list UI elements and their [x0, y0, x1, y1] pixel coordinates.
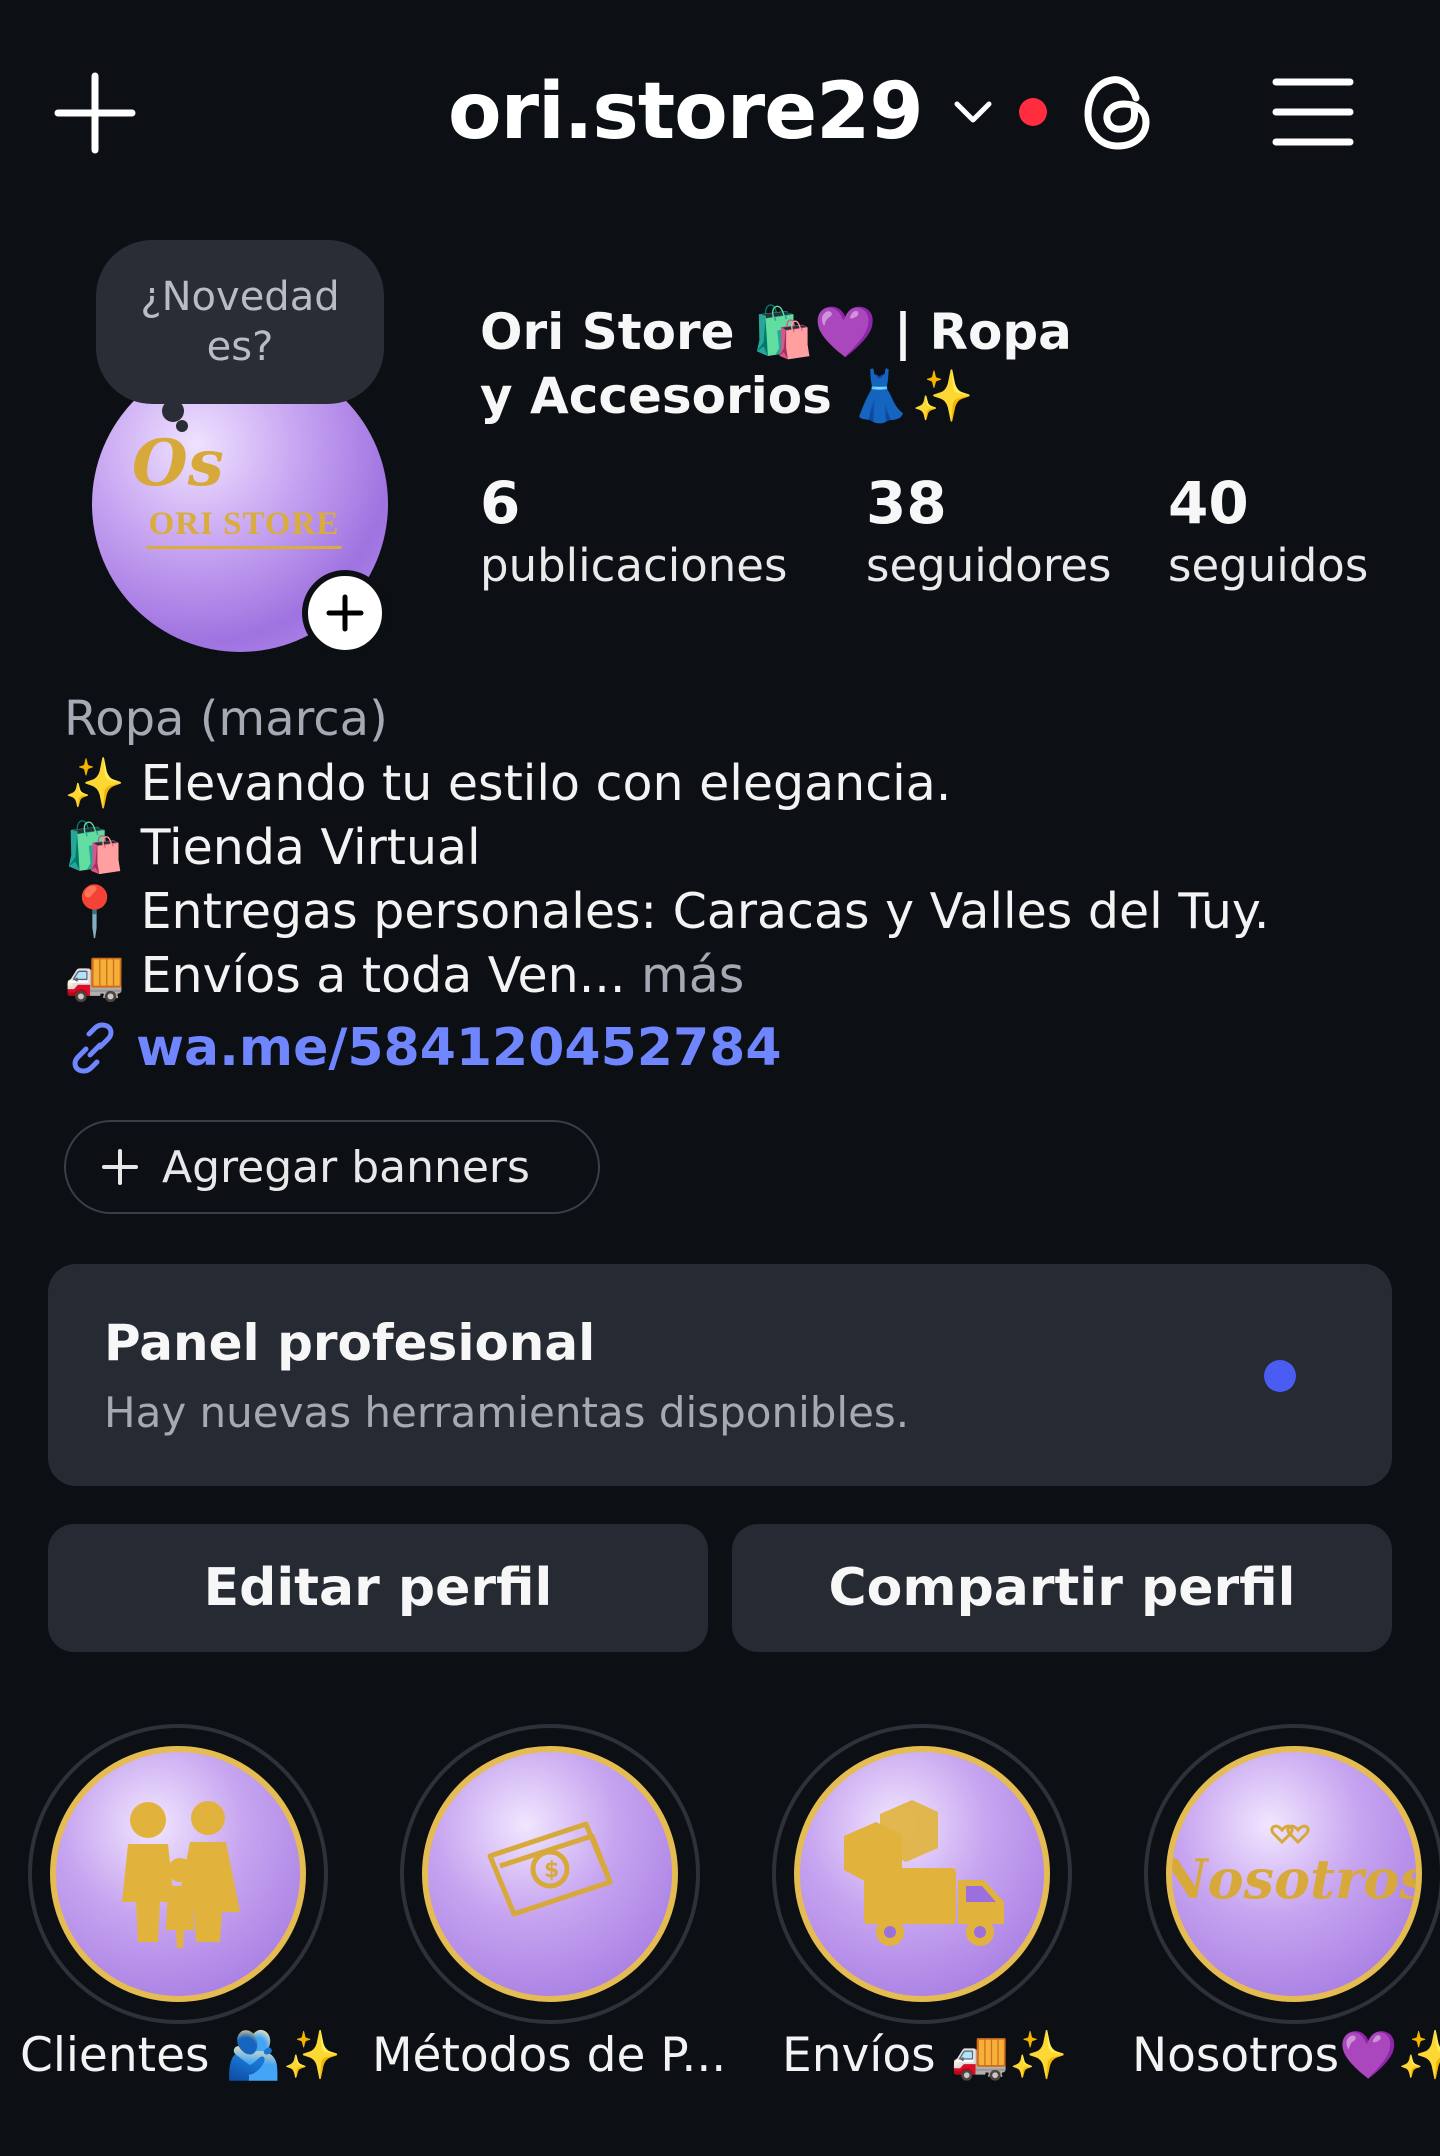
threads-icon[interactable] [1076, 70, 1162, 156]
bio-line: ✨ Elevando tu estilo con elegancia. [64, 755, 952, 812]
bio-line: 🛍️ Tienda Virtual [64, 819, 481, 876]
bio-line-truncated: 🚚 Envíos a toda Ven... más [64, 944, 1394, 1008]
new-indicator-dot [1264, 1360, 1296, 1392]
nosotros-cover-text: Nosotros [1172, 1847, 1416, 1911]
note-bubble-tail-small [176, 420, 188, 432]
menu-icon[interactable] [1272, 74, 1354, 150]
highlight-envios[interactable] [772, 1724, 1072, 2024]
profile-bio: Ropa (marca) ✨ Elevando tu estilo con el… [64, 686, 1394, 1082]
plus-icon [102, 1149, 138, 1185]
bio-line: 🚚 Envíos a toda Ven... [64, 947, 626, 1004]
bio-link[interactable]: wa.me/584120452784 [64, 1014, 1394, 1082]
stat-followers-count: 38 [866, 469, 947, 537]
edit-profile-label: Editar perfil [203, 1558, 553, 1618]
highlight-label: Nosotros💜✨ [1132, 2028, 1440, 2083]
notification-dot [1018, 98, 1047, 126]
highlight-label: Clientes 🫂✨ [20, 2028, 342, 2083]
stat-posts-count: 6 [480, 469, 521, 537]
profile-display-name: Ori Store 🛍️💜 | Ropa y Accesorios 👗✨ [480, 303, 1072, 425]
profile-category: Ropa (marca) [64, 691, 388, 747]
note-text: ¿Novedad es? [140, 274, 340, 370]
truck-icon [794, 1746, 1050, 2002]
create-plus-icon[interactable] [52, 70, 138, 156]
username: ori.store29 [448, 67, 924, 157]
avatar-monogram: Os [132, 426, 224, 501]
stat-following[interactable]: 40 seguidos [1168, 470, 1368, 596]
add-banners-label: Agregar banners [162, 1141, 530, 1193]
highlight-label: Métodos de P... [372, 2028, 727, 2083]
highlight-nosotros[interactable]: Nosotros [1144, 1724, 1440, 2024]
note-bubble-tail [162, 400, 184, 422]
svg-text:$: $ [544, 1858, 559, 1883]
highlight-label: Envíos 🚚✨ [782, 2028, 1068, 2083]
stat-posts[interactable]: 6 publicaciones [480, 470, 787, 596]
stat-followers[interactable]: 38 seguidores [866, 470, 1111, 596]
stat-followers-label: seguidores [866, 539, 1112, 592]
stat-following-label: seguidos [1168, 539, 1369, 592]
share-profile-button[interactable]: Compartir perfil [732, 1524, 1392, 1652]
bio-link-text[interactable]: wa.me/584120452784 [136, 1014, 782, 1082]
nosotros-script-icon: Nosotros [1166, 1746, 1422, 2002]
professional-dashboard-card[interactable]: Panel profesional Hay nuevas herramienta… [48, 1264, 1392, 1486]
panel-title: Panel profesional [104, 1314, 596, 1372]
link-icon [72, 1022, 114, 1074]
account-switcher[interactable]: ori.store29 [448, 62, 1047, 162]
add-story-plus-icon[interactable] [302, 570, 388, 656]
chevron-down-icon [954, 101, 992, 123]
stat-posts-label: publicaciones [480, 539, 788, 592]
money-icon: $ [422, 1746, 678, 2002]
panel-subtitle: Hay nuevas herramientas disponibles. [104, 1388, 910, 1437]
avatar-logo-divider [146, 546, 342, 549]
highlight-clientes[interactable] [28, 1724, 328, 2024]
bio-more-link[interactable]: más [641, 947, 744, 1004]
note-bubble[interactable]: ¿Novedad es? [96, 240, 384, 404]
add-banners-button[interactable]: Agregar banners [64, 1120, 600, 1214]
highlight-metodos-de-pago[interactable]: $ [400, 1724, 700, 2024]
bio-line: 📍 Entregas personales: Caracas y Valles … [64, 883, 1270, 940]
edit-profile-button[interactable]: Editar perfil [48, 1524, 708, 1652]
share-profile-label: Compartir perfil [828, 1558, 1296, 1618]
family-icon [50, 1746, 306, 2002]
avatar-logo-text: ORI STORE [148, 506, 340, 542]
stat-following-count: 40 [1168, 469, 1249, 537]
